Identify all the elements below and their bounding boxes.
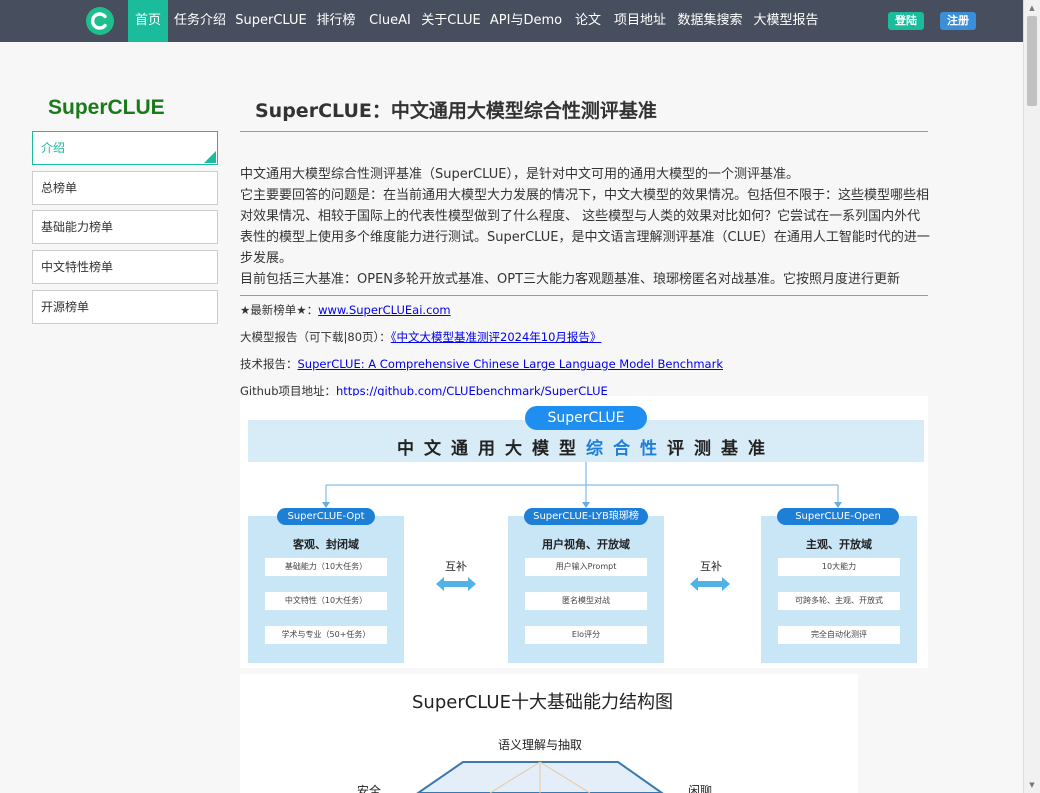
- leaderboard-line: ★最新榜单★：www.SuperCLUEai.com: [240, 302, 451, 318]
- nav-about[interactable]: 关于CLUE: [419, 0, 483, 42]
- sidebar-item-overall[interactable]: 总榜单: [32, 171, 218, 205]
- lyb-row: 用户输入Prompt: [525, 558, 647, 576]
- top-navbar: 首页 任务介绍 SuperCLUE 排行榜 ClueAI 关于CLUE API与…: [0, 0, 1040, 42]
- nav-api-demo[interactable]: API与Demo: [487, 0, 565, 42]
- sidebar-item-basic[interactable]: 基础能力榜单: [32, 210, 218, 244]
- nav-home[interactable]: 首页: [128, 0, 168, 42]
- diagram-title: SuperCLUE: [525, 406, 647, 430]
- nav-tasks[interactable]: 任务介绍: [170, 0, 230, 42]
- open-row: 完全自动化测评: [778, 626, 900, 644]
- report-line: 大模型报告（可下载|80页）：《中文大模型基准测评2024年10月报告》: [240, 329, 601, 345]
- nav-projects[interactable]: 项目地址: [610, 0, 670, 42]
- nav-reports[interactable]: 大模型报告: [750, 0, 822, 42]
- clue-logo-icon[interactable]: [86, 7, 114, 35]
- lyb-subtitle: 用户视角、开放域: [542, 538, 630, 551]
- tech-report-label: 技术报告：: [240, 357, 298, 371]
- tech-report-line: 技术报告：SuperCLUE: A Comprehensive Chinese …: [240, 356, 723, 372]
- complement-label: 互补: [700, 560, 722, 573]
- double-arrow-icon: [690, 577, 730, 591]
- register-button[interactable]: 注册: [940, 12, 976, 30]
- leaderboard-label: ★最新榜单★：: [240, 303, 319, 317]
- ability-label: 语义理解与抽取: [498, 738, 583, 752]
- lyb-row: 匿名模型对战: [525, 592, 647, 610]
- intro-text: 中文通用大模型综合性测评基准（SuperCLUE），是针对中文可用的通用大模型的…: [240, 164, 930, 290]
- scroll-up-icon[interactable]: ▲: [1027, 3, 1037, 13]
- open-pill: SuperCLUE-Open: [777, 508, 899, 525]
- page-title: SuperCLUE：中文通用大模型综合性测评基准: [255, 100, 657, 122]
- intro-paragraph: 它主要要回答的问题是：在当前通用大模型大力发展的情况下，中文大模型的效果情况。包…: [240, 188, 930, 266]
- login-button[interactable]: 登陆: [888, 12, 924, 30]
- intro-paragraph: 目前包括三大基准：OPEN多轮开放式基准、OPT三大能力客观题基准、琅琊榜匿名对…: [240, 272, 901, 287]
- nav-papers[interactable]: 论文: [569, 0, 607, 42]
- sidebar-item-opensource[interactable]: 开源榜单: [32, 290, 218, 324]
- ability-label: 闲聊: [688, 784, 713, 793]
- nav-clueai[interactable]: ClueAI: [364, 0, 416, 42]
- page-scrollbar[interactable]: ▲ ▼: [1023, 0, 1040, 793]
- ability-label: 安全: [357, 784, 382, 793]
- open-subtitle: 主观、开放域: [806, 538, 872, 551]
- sidebar-title: SuperCLUE: [48, 96, 165, 119]
- ability-radar-chart: [416, 761, 664, 793]
- diagram-heading-b: 评测基准: [667, 439, 775, 459]
- lyb-row: Elo评分: [525, 626, 647, 644]
- opt-subtitle: 客观、封闭域: [293, 538, 359, 551]
- complement-label: 互补: [445, 560, 467, 573]
- opt-row: 基础能力（10大任务）: [265, 558, 387, 576]
- open-row: 10大能力: [778, 558, 900, 576]
- opt-pill: SuperCLUE-Opt: [277, 508, 375, 525]
- double-arrow-icon: [436, 577, 476, 591]
- intro-paragraph: 中文通用大模型综合性测评基准（SuperCLUE），是针对中文可用的通用大模型的…: [240, 167, 799, 182]
- leaderboard-link[interactable]: www.SuperCLUEai.com: [318, 303, 451, 317]
- open-row: 可跨多轮、主观、开放式: [778, 592, 900, 610]
- title-divider: [240, 131, 928, 132]
- diagram-heading: 中文通用大模型综合性评测基准: [248, 434, 924, 459]
- lyb-pill: SuperCLUE-LYB琅琊榜: [524, 508, 648, 525]
- diagram-heading-a: 中文通用大模型: [397, 439, 586, 459]
- nav-dataset-search[interactable]: 数据集搜索: [674, 0, 746, 42]
- sidebar-item-intro[interactable]: 介绍: [32, 131, 218, 165]
- intro-divider: [240, 295, 928, 296]
- tech-report-link[interactable]: SuperCLUE: A Comprehensive Chinese Large…: [298, 357, 724, 371]
- report-link[interactable]: 《中文大模型基准测评2024年10月报告》: [391, 330, 602, 344]
- nav-superclue[interactable]: SuperCLUE: [233, 0, 309, 42]
- ability-figure-title: SuperCLUE十大基础能力结构图: [412, 692, 673, 713]
- sidebar-item-chinese[interactable]: 中文特性榜单: [32, 250, 218, 284]
- nav-leaderboard[interactable]: 排行榜: [312, 0, 360, 42]
- opt-row: 学术与专业（50+任务）: [265, 626, 387, 644]
- opt-row: 中文特性（10大任务）: [265, 592, 387, 610]
- diagram-heading-highlight: 综合性: [586, 439, 667, 459]
- scroll-down-icon[interactable]: ▼: [1027, 780, 1037, 790]
- scrollbar-thumb[interactable]: [1027, 16, 1037, 106]
- report-label: 大模型报告（可下载|80页）：: [240, 330, 391, 344]
